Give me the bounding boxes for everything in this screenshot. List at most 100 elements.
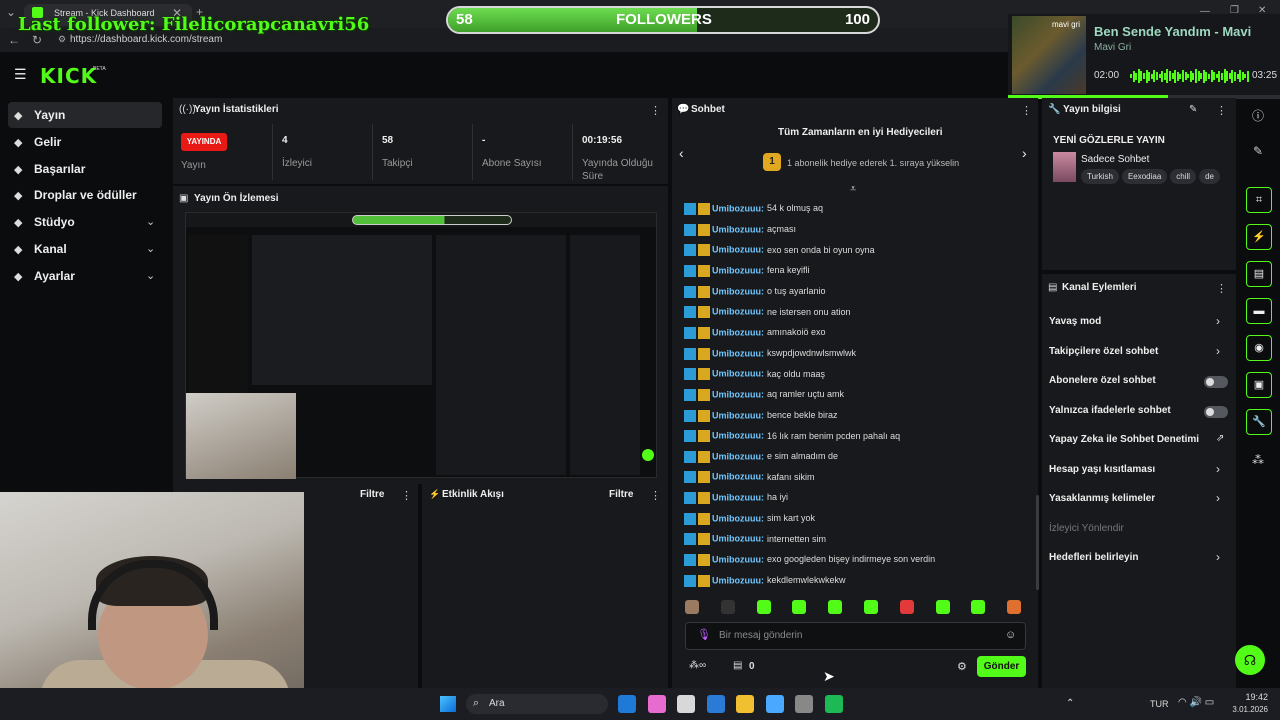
emote-icon[interactable] bbox=[828, 600, 843, 614]
chat-username[interactable]: Umibozuuu: bbox=[712, 431, 764, 441]
support-button[interactable]: ☊ bbox=[1235, 645, 1265, 675]
chat-message[interactable]: Umibozuuu: e sim almadım de bbox=[684, 450, 838, 471]
back-icon[interactable]: ← bbox=[8, 33, 20, 47]
chat-username[interactable]: Umibozuuu: bbox=[712, 327, 764, 337]
chat-message[interactable]: Umibozuuu: bence bekle biraz bbox=[684, 409, 838, 430]
edit-icon[interactable]: ✎ bbox=[1189, 104, 1197, 115]
chat-settings-icon[interactable]: ⚙ bbox=[957, 660, 967, 673]
chat-username[interactable]: Umibozuuu: bbox=[712, 224, 764, 234]
rail-chat-button[interactable]: ▬ bbox=[1246, 298, 1272, 324]
taskbar-app-icon[interactable] bbox=[677, 695, 695, 713]
chat-username[interactable]: Umibozuuu: bbox=[712, 369, 764, 379]
emote-icon[interactable] bbox=[685, 600, 699, 614]
rail-monitor-button[interactable]: ▣ bbox=[1246, 372, 1272, 398]
stats-menu-icon[interactable]: ⋮ bbox=[650, 104, 661, 117]
chat-username[interactable]: Umibozuuu: bbox=[712, 348, 764, 358]
chat-message[interactable]: Umibozuuu: sim kart yok bbox=[684, 512, 815, 533]
emote-icon[interactable] bbox=[899, 600, 914, 614]
stream-tag[interactable]: chill bbox=[1170, 169, 1197, 184]
emote-icon[interactable] bbox=[864, 600, 878, 614]
stream-tag[interactable]: Turkish bbox=[1081, 169, 1119, 184]
channel-action-row[interactable]: Yalnızca ifadelerle sohbet bbox=[1049, 405, 1171, 416]
chat-menu-icon[interactable]: ⋮ bbox=[1021, 104, 1032, 117]
channel-action-row[interactable]: Hesap yaşı kısıtlaması bbox=[1049, 464, 1155, 475]
chat-username[interactable]: Umibozuuu: bbox=[712, 513, 764, 523]
channel-actions-menu-icon[interactable]: ⋮ bbox=[1216, 282, 1227, 295]
stream-tag[interactable]: Eexodiaa bbox=[1121, 169, 1168, 184]
points-icon[interactable]: ⁂∞ bbox=[689, 660, 706, 671]
chat-message[interactable]: Umibozuuu: kekdlemwlekwkekw bbox=[684, 574, 846, 595]
url-field[interactable]: https://dashboard.kick.com/stream bbox=[70, 34, 222, 45]
chat-username[interactable]: Umibozuuu: bbox=[712, 534, 764, 544]
chat-username[interactable]: Umibozuuu: bbox=[712, 265, 764, 275]
reload-icon[interactable]: ↻ bbox=[32, 33, 42, 47]
mic-icon[interactable]: 🎙 bbox=[697, 628, 711, 641]
stream-tag[interactable]: de bbox=[1199, 169, 1220, 184]
rail-wrench-button[interactable]: 🔧 bbox=[1246, 409, 1272, 435]
chevron-right-icon[interactable]: › bbox=[1216, 491, 1220, 505]
chat-username[interactable]: Umibozuuu: bbox=[712, 575, 764, 585]
emote-icon[interactable] bbox=[935, 600, 950, 614]
kick-logo[interactable]: KICK bbox=[40, 64, 97, 88]
chat-scrollbar[interactable] bbox=[1036, 495, 1039, 590]
emote-icon[interactable] bbox=[971, 600, 986, 614]
chat-username[interactable]: Umibozuuu: bbox=[712, 410, 764, 420]
activity-filter-button[interactable]: Filtre bbox=[609, 489, 633, 500]
left-panel-menu-icon[interactable]: ⋮ bbox=[401, 489, 412, 502]
chat-username[interactable]: Umibozuuu: bbox=[712, 472, 764, 482]
channel-action-row[interactable]: Yavaş mod bbox=[1049, 316, 1101, 327]
chat-message[interactable]: Umibozuuu: kswpdjowdnwlsmwlwk bbox=[684, 347, 856, 368]
toggle-switch[interactable] bbox=[1204, 376, 1228, 388]
channel-action-row[interactable]: Abonelere özel sohbet bbox=[1049, 375, 1156, 386]
pencil-icon[interactable]: ✎ bbox=[1253, 144, 1263, 158]
chat-message[interactable]: Umibozuuu: kaç oldu maaş bbox=[684, 368, 825, 388]
chat-message[interactable]: Umibozuuu: exo sen onda bi oyun oyna bbox=[684, 244, 875, 264]
treasure-icon[interactable]: ▤ bbox=[733, 660, 742, 671]
taskbar-app-icon[interactable] bbox=[647, 695, 666, 713]
sidebar-item-3[interactable]: Droplar ve ödüller bbox=[8, 182, 162, 208]
gifters-next-icon[interactable]: › bbox=[1022, 145, 1027, 161]
sidebar-item-6[interactable]: Ayarlar bbox=[8, 263, 162, 289]
keyboard-language[interactable]: TUR bbox=[1150, 699, 1169, 709]
chat-username[interactable]: Umibozuuu: bbox=[712, 451, 764, 461]
sidebar-item-2[interactable]: Başarılar bbox=[8, 156, 162, 182]
taskbar-app-icon[interactable] bbox=[706, 695, 725, 713]
chat-username[interactable]: Umibozuuu: bbox=[712, 492, 764, 502]
chevron-right-icon[interactable]: › bbox=[1216, 344, 1220, 358]
chat-message[interactable]: Umibozuuu: o tuş ayarlanio bbox=[684, 285, 826, 306]
channel-action-row[interactable]: Yapay Zeka ile Sohbet Denetimi bbox=[1049, 434, 1199, 445]
chat-username[interactable]: Umibozuuu: bbox=[712, 286, 764, 296]
info-icon[interactable]: ⓘ bbox=[1252, 107, 1264, 124]
chevron-right-icon[interactable]: › bbox=[1216, 462, 1220, 476]
sidebar-item-0[interactable]: Yayın bbox=[8, 102, 162, 128]
channel-action-row[interactable]: Hedefleri belirleyin bbox=[1049, 552, 1138, 563]
sidebar-item-5[interactable]: Kanal bbox=[8, 236, 162, 262]
points-rail-icon[interactable]: ⁂ bbox=[1252, 453, 1264, 467]
taskbar-date[interactable]: 3.01.2026 bbox=[1228, 705, 1268, 714]
taskbar-app-icon[interactable] bbox=[795, 695, 813, 713]
chat-message[interactable]: Umibozuuu: kafanı sikim bbox=[684, 471, 815, 491]
taskbar-app-icon[interactable] bbox=[736, 695, 754, 713]
emote-icon[interactable] bbox=[1007, 600, 1022, 614]
chat-message[interactable]: Umibozuuu: aq ramler uçtu amk bbox=[684, 388, 844, 409]
site-info-icon[interactable]: ⚙ bbox=[58, 34, 66, 45]
menu-icon[interactable]: ☰ bbox=[14, 66, 27, 83]
toggle-switch[interactable] bbox=[1204, 405, 1228, 418]
sidebar-item-1[interactable]: Gelir bbox=[8, 129, 162, 155]
chat-message[interactable]: Umibozuuu: 54 k olmuş aq bbox=[684, 203, 823, 223]
emote-icon[interactable] bbox=[792, 600, 807, 614]
chat-message[interactable]: Umibozuuu: internetten sim bbox=[684, 533, 826, 553]
tab-list-icon[interactable]: ⌄ bbox=[6, 5, 16, 19]
channel-action-row[interactable]: Takipçilere özel sohbet bbox=[1049, 346, 1158, 357]
emoji-icon[interactable]: ☺ bbox=[1005, 629, 1016, 641]
tray-chevron-icon[interactable]: ⌃ bbox=[1066, 698, 1074, 709]
chat-message[interactable]: Umibozuuu: fena keyifli bbox=[684, 264, 810, 285]
rail-broadcast-button[interactable]: ◉ bbox=[1246, 335, 1272, 361]
taskbar-app-icon[interactable] bbox=[765, 695, 784, 713]
emote-icon[interactable] bbox=[720, 600, 735, 614]
start-icon[interactable] bbox=[440, 696, 456, 712]
activity-menu-icon[interactable]: ⋮ bbox=[650, 489, 661, 502]
chat-message[interactable]: Umibozuuu: ha iyi bbox=[684, 492, 788, 512]
sidebar-item-4[interactable]: Stüdyo bbox=[8, 209, 162, 235]
emote-icon[interactable] bbox=[756, 600, 771, 614]
